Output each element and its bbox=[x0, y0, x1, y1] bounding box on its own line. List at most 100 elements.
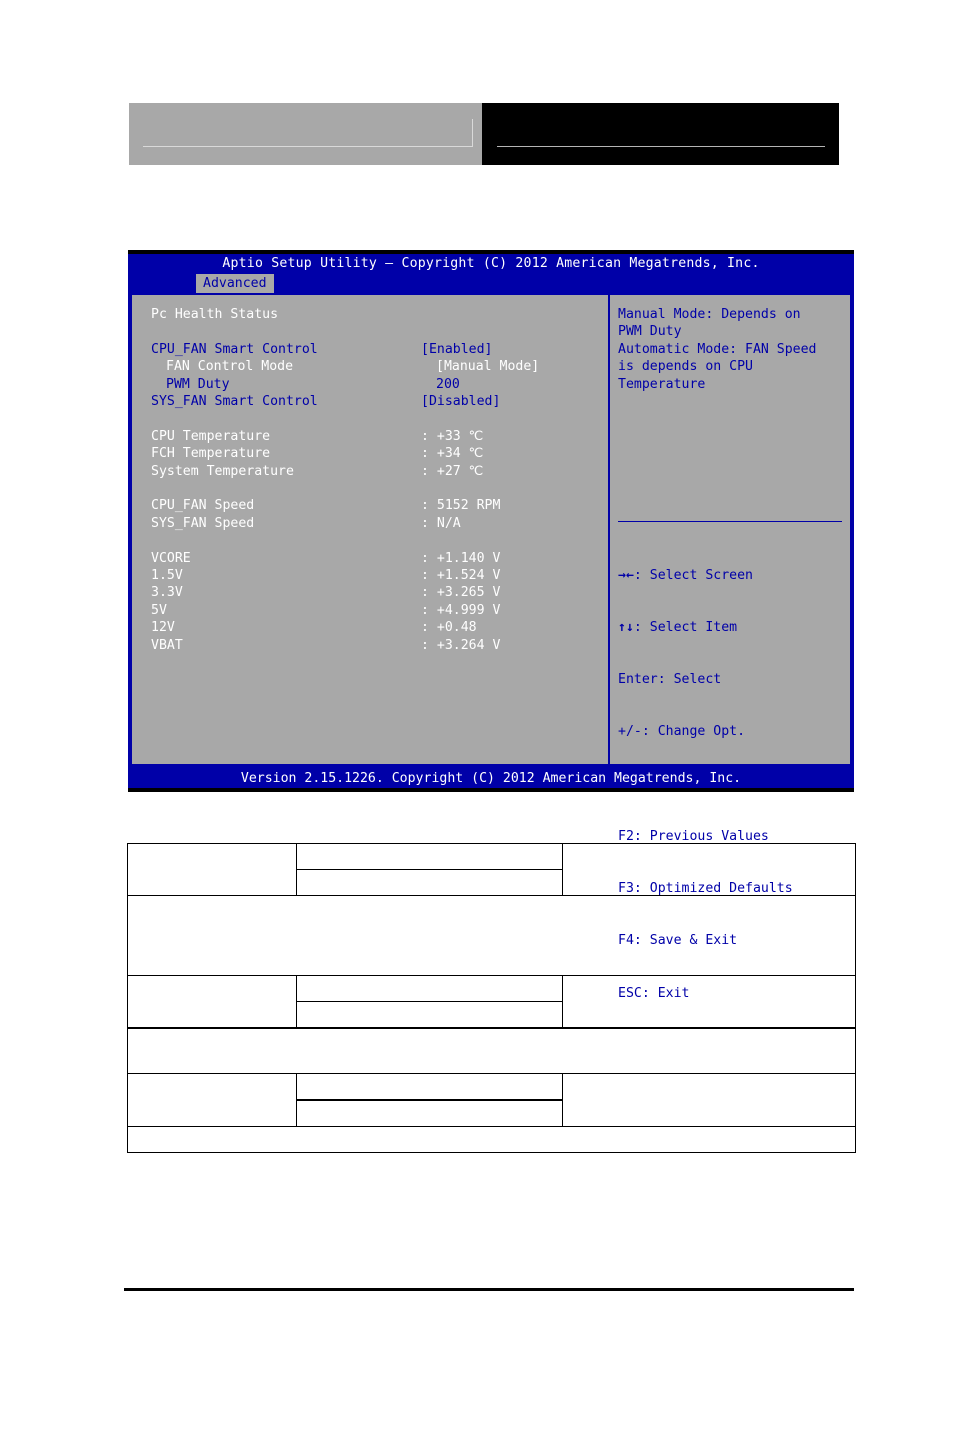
setting-pwm-duty[interactable]: PWM Duty 200 bbox=[151, 376, 608, 393]
table-cell bbox=[296, 1073, 563, 1101]
reading-vbat: VBAT : +3.264 V bbox=[151, 637, 608, 654]
nav-key-action: : Select Item bbox=[633, 620, 738, 636]
setting-cpu-fan-smart-control[interactable]: CPU_FAN Smart Control [Enabled] bbox=[151, 341, 608, 358]
table-cell bbox=[127, 975, 297, 1029]
nav-key-action: : Change Opt. bbox=[641, 724, 746, 740]
help-text: Manual Mode: Depends on PWM Duty Automat… bbox=[618, 307, 817, 392]
table-cell bbox=[296, 843, 563, 870]
section-heading: Pc Health Status bbox=[151, 306, 608, 323]
tab-advanced[interactable]: Advanced bbox=[196, 274, 274, 293]
setting-value[interactable]: [Manual Mode] bbox=[436, 358, 608, 375]
reading-label: VBAT bbox=[151, 637, 183, 653]
page-footer-rule bbox=[124, 1288, 854, 1291]
setting-label: PWM Duty bbox=[166, 376, 230, 392]
header-block-left bbox=[129, 103, 482, 165]
setting-sys-fan-smart-control[interactable]: SYS_FAN Smart Control [Disabled] bbox=[151, 393, 608, 410]
table-cell bbox=[562, 843, 856, 896]
table-row bbox=[127, 843, 856, 896]
table-cell bbox=[296, 1099, 563, 1127]
table-row bbox=[127, 1126, 856, 1153]
reading-5v: 5V : +4.999 V bbox=[151, 602, 608, 619]
table-cell bbox=[562, 1073, 856, 1127]
nav-key-action: : Select bbox=[657, 672, 722, 688]
reading-value: : +4.999 V bbox=[421, 602, 501, 618]
nav-key-select-screen: →←: Select Screen bbox=[618, 567, 793, 584]
help-divider bbox=[618, 521, 842, 522]
reading-12v: 12V : +0.48 bbox=[151, 619, 608, 636]
table-cell bbox=[127, 1126, 856, 1153]
arrow-left-right-icon: →← bbox=[618, 567, 634, 583]
nav-key-enter: Enter: Select bbox=[618, 671, 793, 688]
section-heading-label: Pc Health Status bbox=[151, 307, 279, 322]
table-cell bbox=[296, 869, 563, 896]
reading-fch-temperature: FCH Temperature : +34 ℃ bbox=[151, 445, 608, 462]
settings-pane: Pc Health Status CPU_FAN Smart Control [… bbox=[132, 295, 610, 764]
reading-label: 3.3V bbox=[151, 585, 183, 601]
table-cell bbox=[296, 1001, 563, 1029]
header-right-rule bbox=[497, 146, 825, 147]
reading-value: : N/A bbox=[421, 515, 461, 531]
bios-body: Pc Health Status CPU_FAN Smart Control [… bbox=[130, 293, 852, 1001]
table-cell bbox=[127, 1027, 856, 1074]
setting-value[interactable]: 200 bbox=[436, 376, 608, 393]
bios-version-bar: Version 2.15.1226. Copyright (C) 2012 Am… bbox=[128, 769, 854, 788]
reading-vcore: VCORE : +1.140 V bbox=[151, 550, 608, 567]
setting-label: SYS_FAN Smart Control bbox=[151, 394, 318, 410]
nav-key-label: Enter bbox=[618, 672, 658, 688]
reading-sys-fan-speed: SYS_FAN Speed : N/A bbox=[151, 515, 608, 532]
arrow-up-down-icon: ↑↓ bbox=[618, 620, 634, 636]
reading-3-3v: 3.3V : +3.265 V bbox=[151, 584, 608, 601]
table-cell bbox=[127, 1073, 297, 1127]
reading-value: : +0.48 bbox=[421, 620, 477, 636]
table-cell bbox=[127, 843, 297, 896]
setting-value[interactable]: [Disabled] bbox=[421, 393, 608, 410]
table-row bbox=[127, 1073, 856, 1127]
nav-key-change-opt: +/-: Change Opt. bbox=[618, 723, 793, 740]
header-left-rule bbox=[143, 146, 472, 147]
help-pane: Manual Mode: Depends on PWM Duty Automat… bbox=[610, 295, 850, 1001]
nav-key-label: F2 bbox=[618, 828, 634, 844]
reading-value: : 5152 RPM bbox=[421, 498, 501, 514]
table-row bbox=[127, 975, 856, 1029]
reading-value: : +34 ℃ bbox=[421, 446, 484, 462]
reading-value: : +3.265 V bbox=[421, 585, 501, 601]
reading-label: System Temperature bbox=[151, 463, 294, 479]
setting-fan-control-mode[interactable]: FAN Control Mode [Manual Mode] bbox=[151, 358, 608, 375]
setting-label: FAN Control Mode bbox=[166, 359, 294, 375]
reading-label: 12V bbox=[151, 620, 175, 636]
reading-label: 5V bbox=[151, 602, 167, 618]
reading-label: CPU Temperature bbox=[151, 428, 271, 444]
nav-key-action: : Select Screen bbox=[633, 567, 753, 583]
reading-cpu-temperature: CPU Temperature : +33 ℃ bbox=[151, 428, 608, 445]
bios-title: Aptio Setup Utility – Copyright (C) 2012… bbox=[222, 256, 760, 271]
bios-bottom-strip bbox=[128, 788, 854, 792]
table-row bbox=[127, 895, 856, 976]
table-cell bbox=[296, 975, 563, 1002]
reading-1-5v: 1.5V : +1.524 V bbox=[151, 567, 608, 584]
setting-label: CPU_FAN Smart Control bbox=[151, 341, 318, 357]
nav-key-label: +/- bbox=[618, 724, 642, 740]
reading-cpu-fan-speed: CPU_FAN Speed : 5152 RPM bbox=[151, 497, 608, 514]
nav-key-select-item: ↑↓: Select Item bbox=[618, 619, 793, 636]
reading-value: : +3.264 V bbox=[421, 637, 501, 653]
table-cell bbox=[562, 975, 856, 1029]
reading-value: : +27 ℃ bbox=[421, 463, 484, 479]
reading-value: : +1.524 V bbox=[421, 568, 501, 584]
page-header bbox=[129, 103, 839, 165]
reading-system-temperature: System Temperature : +27 ℃ bbox=[151, 463, 608, 480]
header-left-vertical-rule bbox=[472, 119, 473, 147]
header-block-right bbox=[482, 103, 839, 165]
reading-label: VCORE bbox=[151, 550, 191, 566]
reading-value: : +33 ℃ bbox=[421, 428, 484, 444]
nav-key-action: : Previous Values bbox=[633, 828, 769, 844]
reading-label: FCH Temperature bbox=[151, 446, 271, 462]
setting-value[interactable]: [Enabled] bbox=[421, 341, 608, 358]
reading-label: SYS_FAN Speed bbox=[151, 515, 255, 531]
bios-tab-bar: Advanced bbox=[128, 274, 854, 293]
reading-value: : +1.140 V bbox=[421, 550, 501, 566]
table-cell bbox=[127, 895, 856, 976]
